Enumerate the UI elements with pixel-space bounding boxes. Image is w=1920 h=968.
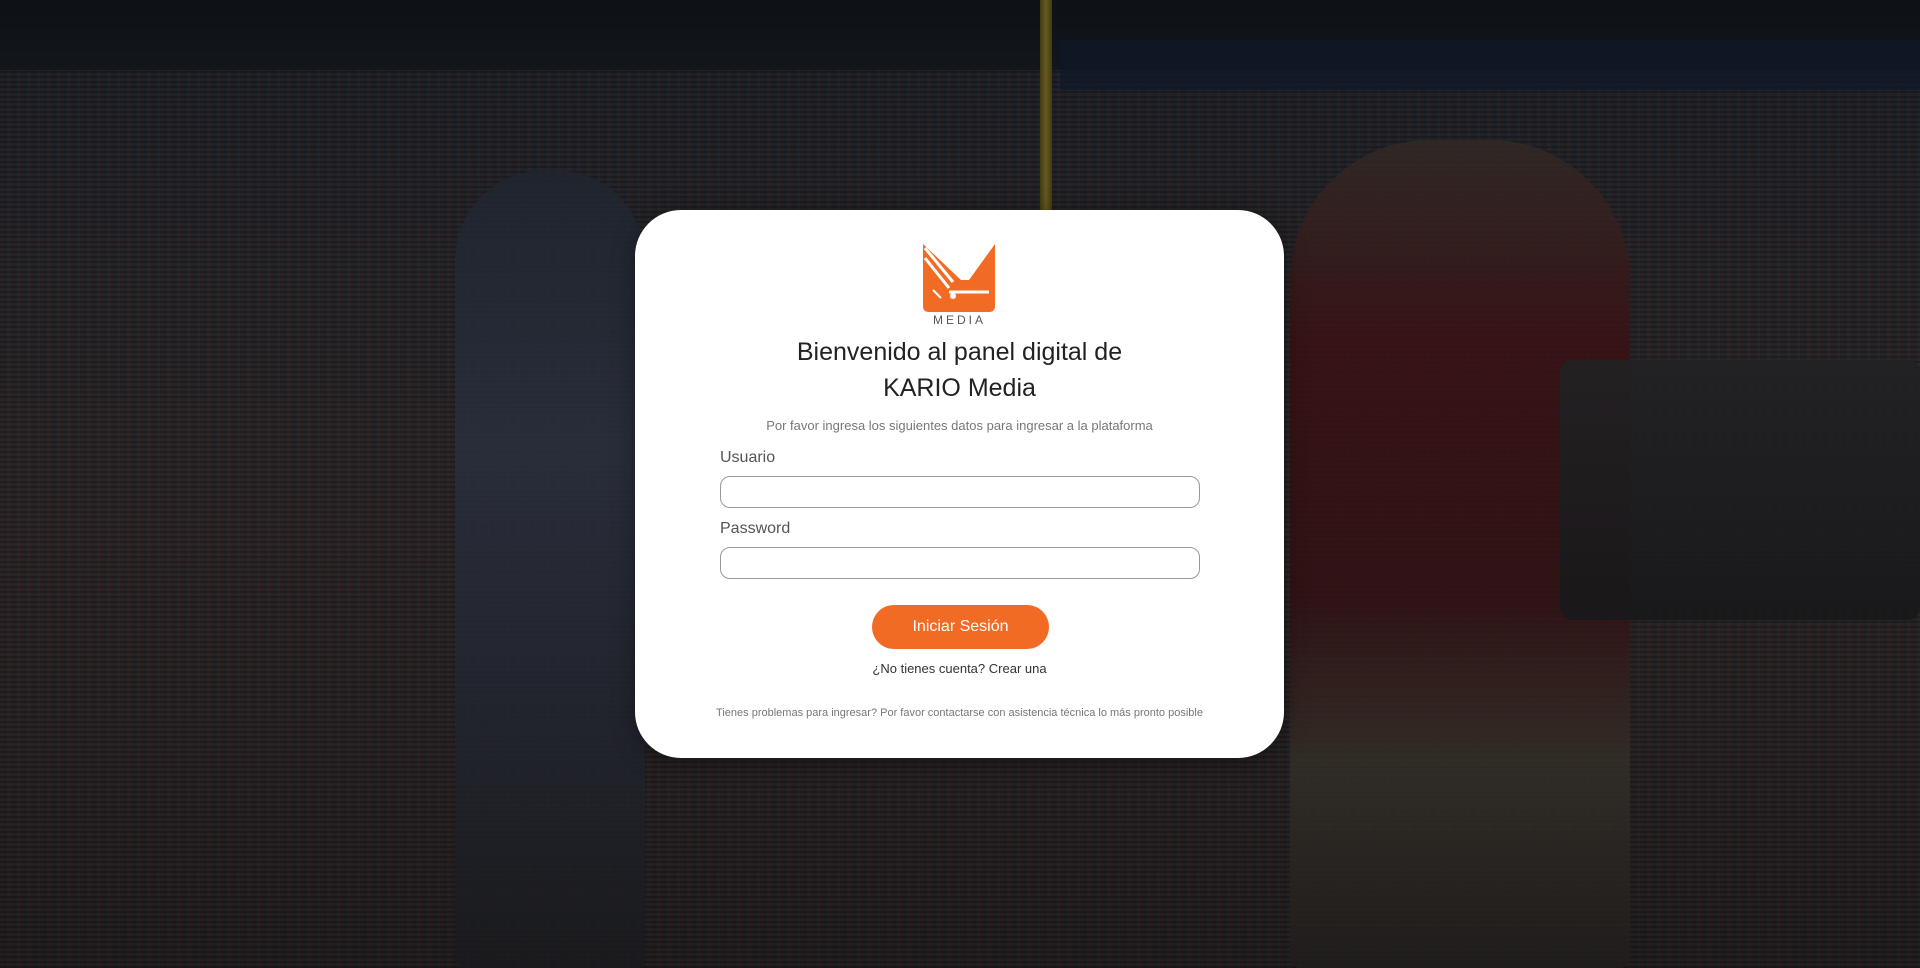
create-account-link[interactable]: Crear una — [989, 661, 1047, 676]
username-input[interactable] — [720, 476, 1200, 508]
title-line-1: Bienvenido al panel digital de — [796, 338, 1123, 366]
signup-prompt: ¿No tienes cuenta? — [872, 661, 986, 676]
page-title: Bienvenido al panel digital de KARIO Med… — [635, 334, 1284, 406]
password-label: Password — [720, 520, 791, 537]
username-label: Usuario — [720, 449, 776, 466]
password-input[interactable] — [720, 547, 1200, 579]
login-card: MEDIA Bienvenido al panel digital de KAR… — [635, 210, 1284, 758]
login-instructions: Por favor ingresa los siguientes datos p… — [766, 418, 1153, 433]
logo-wordmark: MEDIA — [932, 313, 986, 327]
title-line-2: KARIO Media — [883, 374, 1036, 402]
signup-row: ¿No tienes cuenta? Crear una — [635, 661, 1284, 676]
login-button[interactable]: Iniciar Sesión — [872, 605, 1049, 649]
support-note: Tienes problemas para ingresar? Por favo… — [716, 707, 1203, 719]
